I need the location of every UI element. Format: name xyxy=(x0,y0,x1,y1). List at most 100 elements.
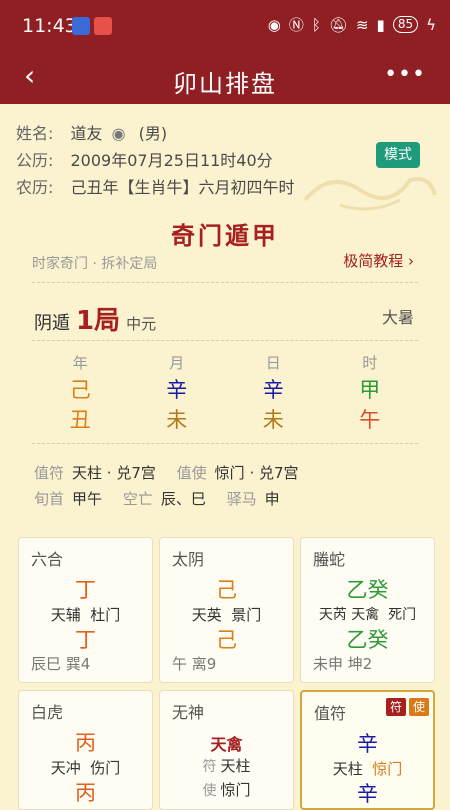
kongwang-value: 辰、巳 xyxy=(160,490,206,508)
status-bar: 11:43 ◉ Ⓝ ᛒ 🔕︎ ≋ ▮ 85 ϟ xyxy=(0,0,450,52)
pillar-branch: 午 xyxy=(359,408,381,432)
palace-bottom-stem: 丁 xyxy=(75,628,96,652)
palace-bottom-stem: 己 xyxy=(216,628,237,652)
palace-top-stem: 丙 xyxy=(75,731,96,755)
nfc-icon: Ⓝ xyxy=(288,16,304,34)
divider xyxy=(32,340,418,341)
palace-bottom-stem: 乙癸 xyxy=(346,628,389,652)
palace-footer: 午 离9 xyxy=(172,655,217,673)
palace-star: 天冲 xyxy=(50,759,81,777)
yima-label: 驿马 xyxy=(226,490,257,508)
fu-value: 天柱 xyxy=(220,757,251,775)
lunar-date-row: 农历: 己丑年【生肖牛】六月初四午时 xyxy=(16,174,295,198)
pillar-label: 日 xyxy=(265,354,281,372)
lunar-value: 己丑年【生肖牛】六月初四午时 xyxy=(70,178,295,197)
ju-info: 阴遁 1局 中元 xyxy=(34,300,156,337)
pillar: 月辛未 xyxy=(147,352,207,434)
dragon-watermark-icon xyxy=(303,177,437,211)
palace-li[interactable]: 太阴 己 天英 景门 己 午 离9 xyxy=(159,537,294,683)
palace-top-stem: 己 xyxy=(216,578,237,602)
palace-zhen[interactable]: 白虎 丙 天冲 伤门 丙 xyxy=(18,690,153,810)
palace-god: 六合 xyxy=(31,550,64,569)
pillar: 日辛未 xyxy=(243,352,303,434)
xunshou-row: 旬首 甲午 空亡 辰、巳 驿马申 xyxy=(34,488,286,509)
pillar-stem: 辛 xyxy=(166,378,188,402)
palace-center[interactable]: 无神 天禽 符天柱 使惊门 xyxy=(159,690,294,810)
xunshou-label: 旬首 xyxy=(34,490,65,508)
name-row: 姓名: 道友 ◉ (男) xyxy=(16,120,167,144)
fu-label: 符 xyxy=(202,759,217,775)
pillar-stem: 己 xyxy=(69,378,91,402)
pillar-stem: 甲 xyxy=(359,378,381,402)
charging-icon: ϟ xyxy=(426,15,436,34)
palace-door: 伤门 xyxy=(90,759,121,777)
zhishi-value: 惊门 · 兑7宫 xyxy=(214,464,299,482)
zhishi-label: 值使 xyxy=(176,464,207,482)
solar-label: 公历: xyxy=(16,151,54,170)
palace-god: 白虎 xyxy=(31,703,64,722)
pillar-label: 年 xyxy=(72,354,88,372)
pillar: 时甲午 xyxy=(340,352,400,434)
dun-type: 阴遁 xyxy=(34,313,70,334)
palace-door: 景门 xyxy=(231,606,262,624)
divider xyxy=(32,282,418,283)
view-eye-icon[interactable]: ◉ xyxy=(112,124,126,143)
solar-date-row: 公历: 2009年07月25日11时40分 xyxy=(16,147,273,171)
zhifu-label: 值符 xyxy=(34,464,65,482)
divider xyxy=(32,443,418,444)
tutorial-link[interactable]: 极简教程 › xyxy=(343,250,414,271)
pillar-label: 月 xyxy=(169,354,185,372)
palace-door: 惊门 xyxy=(372,760,403,778)
palace-god: 太阴 xyxy=(172,550,205,569)
zhifu-value: 天柱 · 兑7宫 xyxy=(72,464,156,482)
palace-bottom-stem: 丙 xyxy=(75,781,96,805)
four-pillars: 年己丑月辛未日辛未时甲午 xyxy=(32,352,418,434)
zhishi-tag: 使 xyxy=(409,698,429,716)
pillar-branch: 未 xyxy=(166,408,188,432)
palace-footer: 未申 坤2 xyxy=(313,655,373,673)
lunar-label: 农历: xyxy=(16,178,54,197)
palace-god: 螣蛇 xyxy=(313,550,346,569)
alert-icon: ▮ xyxy=(376,15,385,34)
zhifu-tag: 符 xyxy=(386,698,406,716)
palace-star: 天芮 天禽 xyxy=(318,607,380,623)
palace-star: 天辅 xyxy=(50,606,81,624)
nav-bar: ‹ 卯山排盘 ••• xyxy=(0,52,450,104)
palace-footer: 辰巳 巽4 xyxy=(31,655,91,673)
pillar-stem: 辛 xyxy=(262,378,284,402)
palace-top-stem: 辛 xyxy=(357,732,378,756)
palace-top-stem: 乙癸 xyxy=(346,578,389,602)
palace-god: 无神 xyxy=(172,703,205,722)
palace-center-star: 天禽 xyxy=(210,735,243,754)
pillar: 年己丑 xyxy=(50,352,110,434)
yuan-value: 中元 xyxy=(126,315,157,333)
xunshou-value: 甲午 xyxy=(72,490,103,508)
palace-dui[interactable]: 值符 符 使 辛 天柱 惊门 辛 xyxy=(300,690,435,810)
ju-number: 1局 xyxy=(76,306,121,336)
battery-indicator: 85 xyxy=(392,16,419,33)
eye-icon: ◉ xyxy=(267,15,281,34)
mute-icon: 🔕︎ xyxy=(328,15,348,34)
palace-door: 死门 xyxy=(388,607,417,623)
name-value: 道友 xyxy=(70,124,103,143)
more-menu-icon[interactable]: ••• xyxy=(384,62,426,87)
palace-god: 值符 xyxy=(314,704,347,723)
chart-title: 奇门遁甲 xyxy=(171,222,279,250)
status-time: 11:43 xyxy=(22,15,77,37)
palace-star: 天柱 xyxy=(332,760,363,778)
zhifu-row: 值符 天柱 · 兑7宫 值使 惊门 · 兑7宫 xyxy=(34,462,305,483)
notification-icon xyxy=(72,17,90,35)
palace-kun[interactable]: 螣蛇 乙癸 天芮 天禽 死门 乙癸 未申 坤2 xyxy=(300,537,435,683)
palace-top-stem: 丁 xyxy=(75,578,96,602)
shi-value: 惊门 xyxy=(220,781,251,799)
palace-bottom-stem: 辛 xyxy=(357,782,378,806)
app-notification-icon xyxy=(94,17,112,35)
solar-term: 大暑 xyxy=(381,308,414,327)
kongwang-label: 空亡 xyxy=(122,490,153,508)
solar-value: 2009年07月25日11时40分 xyxy=(70,151,273,170)
palace-door: 杜门 xyxy=(90,606,121,624)
palace-xun[interactable]: 六合 丁 天辅 杜门 丁 辰巳 巽4 xyxy=(18,537,153,683)
yima-value: 申 xyxy=(264,490,280,508)
name-label: 姓名: xyxy=(16,124,54,143)
wifi-icon: ≋ xyxy=(355,15,369,34)
